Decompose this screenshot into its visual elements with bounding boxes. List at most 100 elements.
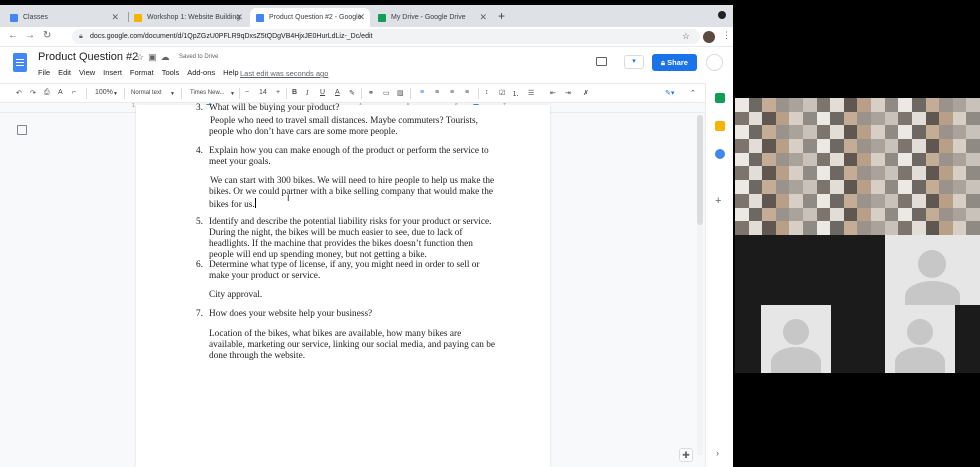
style-select[interactable]: Normal text (131, 90, 162, 96)
video-pixel (952, 98, 967, 112)
tab-product-question[interactable]: Product Question #2 - Google ✕ (250, 8, 370, 27)
chevron-right-icon[interactable]: › (716, 448, 719, 458)
tab-workshop[interactable]: Workshop 1: Website Building ✕ (128, 8, 248, 27)
numbered-list-icon[interactable]: ⒈ (512, 89, 519, 99)
vertical-scrollbar[interactable] (697, 115, 703, 455)
calendar-icon[interactable] (715, 93, 725, 103)
align-center-icon[interactable]: ≡ (435, 89, 439, 96)
underline-icon[interactable]: U (320, 89, 325, 96)
document-title[interactable]: Product Question #2 (38, 51, 138, 63)
video-pixel (939, 193, 953, 208)
add-ons-plus-icon[interactable]: + (715, 195, 721, 207)
menu-tools[interactable]: Tools (162, 68, 180, 77)
avatar (918, 250, 946, 278)
video-pixel (898, 193, 912, 208)
increase-font-icon[interactable]: + (276, 89, 280, 96)
close-icon[interactable]: ✕ (235, 12, 243, 23)
italic-icon[interactable]: I (306, 89, 308, 97)
align-right-icon[interactable]: ≡ (450, 89, 454, 96)
redo-icon[interactable]: ↷ (30, 89, 36, 97)
video-pixel (911, 98, 926, 112)
keep-icon[interactable] (715, 121, 725, 131)
video-pixel (803, 125, 817, 140)
video-pixel (939, 125, 953, 140)
menu-kebab-icon[interactable]: ⋮ (722, 30, 731, 41)
increase-indent-icon[interactable]: ⇥ (565, 89, 571, 97)
bookmark-star-icon[interactable]: ☆ (682, 29, 690, 44)
list-number: 6. (196, 260, 203, 270)
profile-avatar[interactable] (703, 31, 715, 43)
add-comment-icon[interactable]: ▭ (383, 89, 390, 97)
document-line: bikes for us. (209, 200, 255, 210)
tasks-icon[interactable] (715, 149, 725, 159)
new-tab-icon[interactable]: + (498, 9, 505, 23)
share-button[interactable]: 🔒︎ Share (652, 54, 697, 71)
decrease-font-icon[interactable]: − (245, 89, 249, 96)
docs-logo-icon[interactable] (13, 53, 27, 72)
clear-formatting-icon[interactable]: ✗ (583, 89, 589, 97)
link-icon[interactable]: ⚭ (368, 89, 374, 97)
align-left-icon[interactable]: ≡ (420, 89, 424, 96)
editing-mode-icon[interactable]: ✎▾ (665, 89, 674, 97)
menu-file[interactable]: File (38, 68, 50, 77)
video-pixel (775, 207, 790, 222)
video-pixel (735, 139, 749, 153)
video-pixel (735, 152, 749, 167)
text-color-icon[interactable]: A (335, 89, 340, 96)
forward-icon[interactable]: → (25, 30, 35, 41)
move-folder-icon[interactable]: ▣ (148, 52, 161, 62)
spellcheck-icon[interactable]: A (58, 89, 63, 96)
account-avatar[interactable] (706, 54, 723, 71)
reload-icon[interactable]: ↻ (43, 30, 51, 41)
highlight-icon[interactable]: ✎ (349, 89, 355, 97)
video-pixel (830, 180, 844, 194)
document-outline-icon[interactable] (17, 125, 27, 135)
decrease-indent-icon[interactable]: ⇤ (550, 89, 556, 97)
font-size-input[interactable]: 14 (259, 89, 267, 96)
video-pixel (803, 111, 817, 126)
menu-bar: File Edit View Insert Format Tools Add-o… (38, 68, 239, 77)
menu-view[interactable]: View (79, 68, 95, 77)
tab-my-drive[interactable]: My Drive - Google Drive ✕ (372, 8, 492, 27)
comment-history-icon[interactable] (596, 57, 607, 66)
url-text: docs.google.com/document/d/1QpZGzU0PFLR9… (90, 33, 373, 40)
video-pixel (911, 207, 926, 222)
address-bar[interactable]: 🔒︎ docs.google.com/document/d/1QpZGzU0PF… (72, 29, 700, 44)
bulleted-list-icon[interactable]: ☰ (528, 89, 534, 97)
close-icon[interactable]: ✕ (357, 12, 365, 23)
menu-insert[interactable]: Insert (103, 68, 122, 77)
video-pixel (748, 125, 763, 140)
scrollbar-thumb[interactable] (697, 115, 703, 225)
collapse-toolbar-icon[interactable]: ⌃ (690, 89, 696, 97)
menu-addons[interactable]: Add-ons (187, 68, 215, 77)
document-line: meet your goals. (209, 157, 271, 167)
tab-classes[interactable]: Classes ✕ (4, 8, 124, 27)
document-line: We can start with 300 bikes. We will nee… (210, 176, 495, 186)
close-icon[interactable]: ✕ (111, 12, 119, 23)
explore-icon[interactable]: ✚ (679, 448, 693, 462)
last-edit-link[interactable]: Last edit was seconds ago (240, 69, 328, 78)
document-page[interactable]: 3. What will be buying your product? Peo… (136, 103, 550, 467)
menu-format[interactable]: Format (130, 68, 154, 77)
font-select[interactable]: Times New... (190, 90, 224, 96)
video-pixel (898, 166, 912, 181)
menu-help[interactable]: Help (223, 68, 238, 77)
video-pixel (816, 98, 831, 112)
undo-icon[interactable]: ↶ (16, 89, 22, 97)
justify-icon[interactable]: ≡ (465, 89, 469, 96)
document-line: headlights. If the machine that provides… (209, 239, 473, 249)
paint-format-icon[interactable]: ⌐ (72, 89, 76, 96)
video-pixel (830, 111, 844, 126)
menu-edit[interactable]: Edit (58, 68, 71, 77)
bold-icon[interactable]: B (292, 89, 297, 96)
zoom-select[interactable]: 100% (95, 89, 113, 96)
present-icon[interactable]: ▾ (624, 55, 644, 69)
back-icon[interactable]: ← (8, 30, 18, 41)
star-icon[interactable]: ☆ (136, 52, 148, 62)
line-spacing-icon[interactable]: ↕ (485, 89, 489, 96)
print-icon[interactable]: ⎙ (44, 89, 50, 97)
close-icon[interactable]: ✕ (479, 12, 487, 23)
insert-image-icon[interactable]: ▨ (397, 89, 404, 97)
checklist-icon[interactable]: ☑ (499, 89, 505, 97)
record-icon[interactable] (718, 11, 726, 19)
